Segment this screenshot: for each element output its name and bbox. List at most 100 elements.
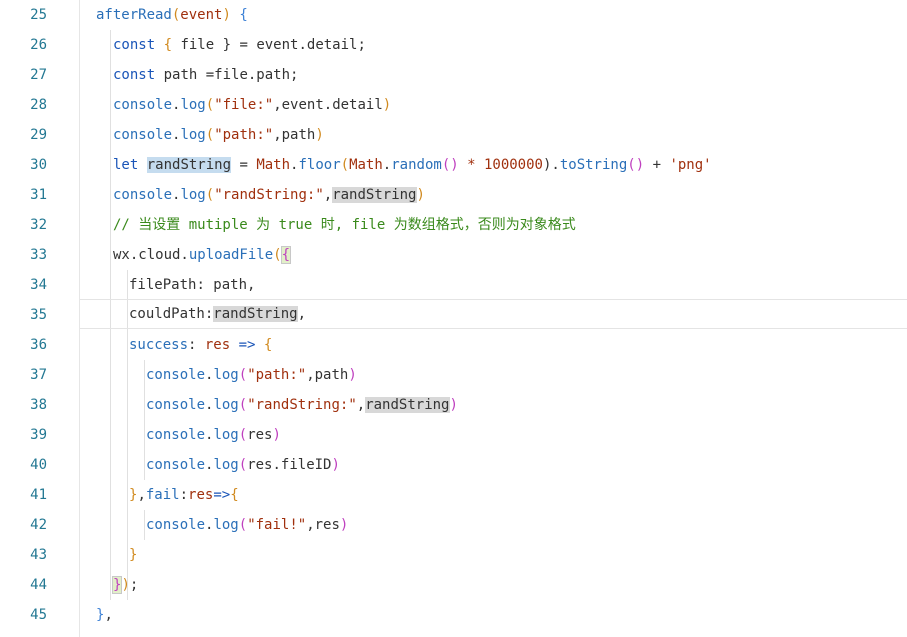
token-bracket: ( bbox=[273, 247, 282, 263]
token-string: "path:" bbox=[214, 127, 274, 143]
token-bracket: } bbox=[129, 547, 138, 563]
token-object: console bbox=[146, 457, 206, 473]
line-number: 34 bbox=[30, 277, 47, 293]
token-text: , bbox=[356, 397, 366, 413]
token-text: ,event.detail bbox=[273, 97, 383, 113]
token-bracket: ( bbox=[238, 367, 248, 383]
occurrence-highlight: randString bbox=[213, 306, 298, 322]
token-text: , bbox=[297, 306, 307, 322]
token-text: . bbox=[382, 157, 392, 173]
code-line-26[interactable]: const { file } = event.detail; bbox=[80, 30, 907, 60]
code-area[interactable]: afterRead(event) { const { file } = even… bbox=[80, 0, 907, 637]
token-bracket: ( bbox=[238, 517, 248, 533]
token-param: res bbox=[188, 487, 214, 503]
code-line-36[interactable]: success: res => { bbox=[80, 330, 907, 360]
code-line-28[interactable]: console.log("file:",event.detail) bbox=[80, 90, 907, 120]
token-string: "path:" bbox=[247, 367, 307, 383]
token-number: 1000000 bbox=[483, 157, 543, 173]
code-line-43[interactable]: } bbox=[80, 540, 907, 570]
token-text: ,res bbox=[306, 517, 340, 533]
line-number: 29 bbox=[30, 127, 47, 143]
code-line-38[interactable]: console.log("randString:",randString) bbox=[80, 390, 907, 420]
code-line-25[interactable]: afterRead(event) { bbox=[80, 0, 907, 30]
line-number: 40 bbox=[30, 457, 47, 473]
token-bracket: { bbox=[155, 37, 181, 53]
code-line-35-current[interactable]: couldPath:randString, bbox=[80, 299, 907, 329]
token-string: "file:" bbox=[214, 97, 274, 113]
code-line-34[interactable]: filePath: path, bbox=[80, 270, 907, 300]
occurrence-highlight: randString bbox=[332, 187, 417, 203]
line-number: 28 bbox=[30, 97, 47, 113]
code-line-45[interactable]: }, bbox=[80, 600, 907, 630]
selected-text[interactable]: randString bbox=[146, 157, 232, 173]
code-line-31[interactable]: console.log("randString:",randString) bbox=[80, 180, 907, 210]
code-line-30[interactable]: let randString = Math.floor(Math.random(… bbox=[80, 150, 907, 180]
line-number: 42 bbox=[30, 517, 47, 533]
token-variable: res bbox=[247, 427, 273, 443]
token-text: = bbox=[231, 157, 257, 173]
token-keyword: let bbox=[113, 157, 139, 173]
token-method: uploadFile bbox=[188, 247, 274, 263]
line-number: 31 bbox=[30, 187, 47, 203]
token-variable: file bbox=[180, 37, 215, 53]
token-bracket: ) bbox=[315, 127, 324, 143]
token-text: } = event.detail; bbox=[214, 37, 366, 53]
token-bracket: () bbox=[441, 157, 459, 173]
token-method: log bbox=[213, 517, 239, 533]
code-editor[interactable]: 25 26 27 28 29 30 31 32 33 34 35 36 37 38 39 40 41 42 43 44… bbox=[0, 0, 907, 637]
token-bracket: ( bbox=[238, 427, 248, 443]
token-method: log bbox=[180, 97, 206, 113]
token-bracket: ( bbox=[340, 157, 350, 173]
token-string: "fail!" bbox=[247, 517, 307, 533]
token-property: fail bbox=[145, 487, 180, 503]
code-line-39[interactable]: console.log(res) bbox=[80, 420, 907, 450]
line-number: 26 bbox=[30, 37, 47, 53]
line-number: 32 bbox=[30, 217, 47, 233]
line-number: 45 bbox=[30, 607, 47, 623]
token-property: couldPath bbox=[129, 306, 205, 322]
token-text: ,path bbox=[306, 367, 349, 383]
line-number: 43 bbox=[30, 547, 47, 563]
code-line-40[interactable]: console.log(res.fileID) bbox=[80, 450, 907, 480]
code-line-29[interactable]: console.log("path:",path) bbox=[80, 120, 907, 150]
code-line-41[interactable]: },fail:res=>{ bbox=[80, 480, 907, 510]
code-line-27[interactable]: const path =file.path; bbox=[80, 60, 907, 90]
token-param: event bbox=[180, 7, 223, 23]
token-bracket: ) bbox=[382, 97, 392, 113]
token-method: floor bbox=[298, 157, 341, 173]
line-number: 44 bbox=[30, 577, 47, 593]
token-method: log bbox=[180, 187, 206, 203]
token-operator: * bbox=[458, 157, 484, 173]
code-line-44[interactable]: }); bbox=[80, 570, 907, 600]
token-method: toString bbox=[559, 157, 628, 173]
token-string: "randString:" bbox=[247, 397, 357, 413]
token-bracket: { bbox=[230, 7, 248, 23]
token-text: ; bbox=[129, 577, 139, 593]
token-method: log bbox=[213, 367, 239, 383]
line-number: 41 bbox=[30, 487, 47, 503]
code-line-42[interactable]: console.log("fail!",res) bbox=[80, 510, 907, 540]
token-object: Math bbox=[349, 157, 383, 173]
code-line-32[interactable]: // 当设置 mutiple 为 true 时, file 为数组格式，否则为对… bbox=[80, 210, 907, 240]
token-bracket: { bbox=[230, 487, 239, 503]
token-string: 'png' bbox=[669, 157, 712, 173]
token-object: console bbox=[113, 127, 173, 143]
token-bracket: ) bbox=[222, 7, 231, 23]
token-bracket: ) bbox=[121, 577, 130, 593]
token-property: filePath bbox=[129, 277, 197, 293]
token-bracket: ) bbox=[416, 187, 425, 203]
line-number-gutter: 25 26 27 28 29 30 31 32 33 34 35 36 37 38 39 40 41 42 43 44… bbox=[0, 0, 79, 637]
token-text: : bbox=[188, 337, 205, 353]
token-method: log bbox=[180, 127, 206, 143]
token-method: log bbox=[213, 397, 239, 413]
token-bracket: ) bbox=[331, 457, 340, 473]
code-line-33[interactable]: wx.cloud.uploadFile({ bbox=[80, 240, 907, 270]
token-text: : path, bbox=[196, 277, 256, 293]
token-object: console bbox=[146, 517, 206, 533]
token-bracket: ) bbox=[339, 517, 349, 533]
code-line-37[interactable]: console.log("path:",path) bbox=[80, 360, 907, 390]
matched-bracket: { bbox=[280, 246, 292, 264]
token-bracket: { bbox=[263, 337, 273, 353]
token-bracket: ( bbox=[238, 457, 248, 473]
token-property: success bbox=[129, 337, 189, 353]
